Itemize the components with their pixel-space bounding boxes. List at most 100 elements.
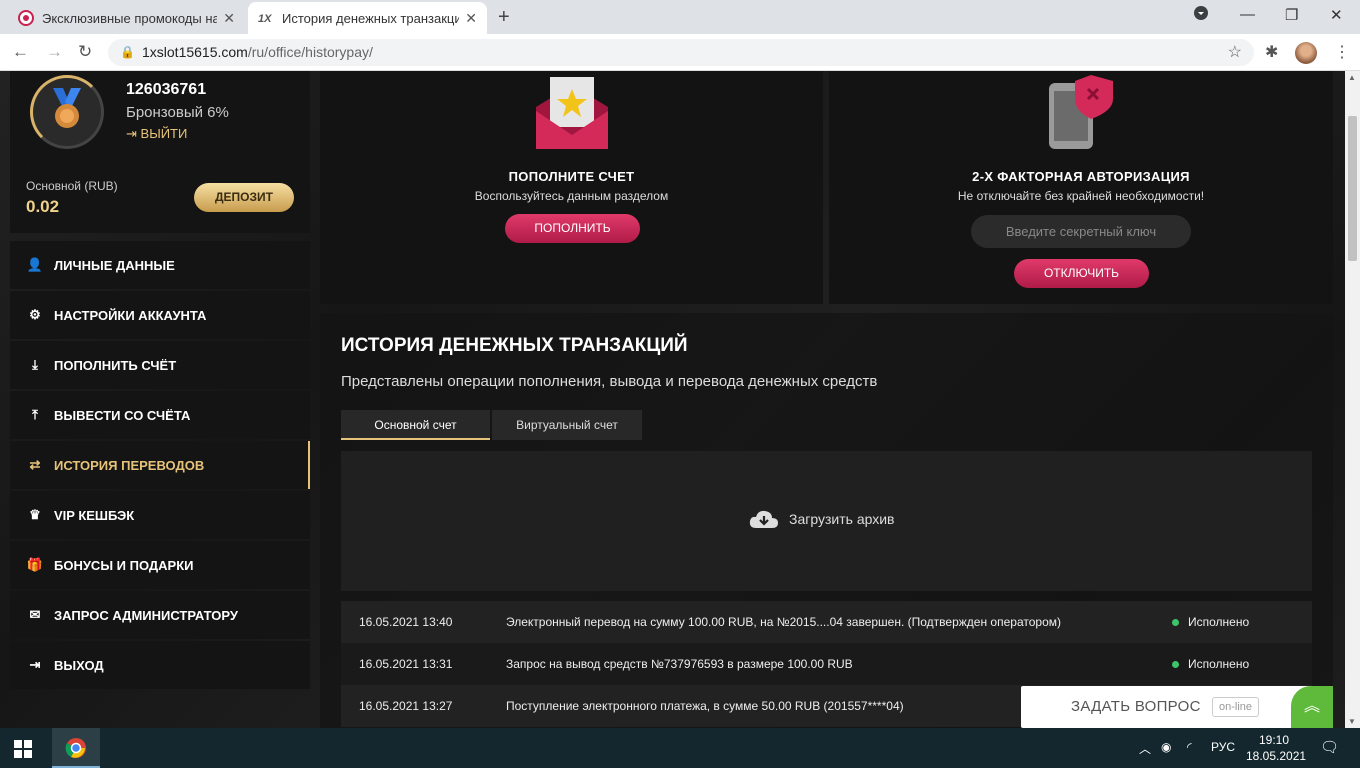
gift-icon: 🎁 — [26, 557, 44, 572]
browser-tab-bar: Эксклюзивные промокоды на ф ✕ 1X История… — [0, 0, 1360, 34]
close-tab-icon[interactable]: ✕ — [465, 10, 477, 27]
envelope-icon: ✉ — [29, 607, 41, 622]
address-bar: ← → ↻ 🔒 1xslot15615.com/ru/office/histor… — [0, 34, 1360, 71]
tab-search-icon[interactable] — [1194, 6, 1208, 24]
maximize-button[interactable]: ❐ — [1285, 6, 1298, 24]
tab-title: Эксклюзивные промокоды на ф — [42, 10, 218, 26]
secret-key-input[interactable]: Введите секретный ключ — [971, 215, 1191, 248]
sidebar-item-personal-data[interactable]: 👤 ЛИЧНЫЕ ДАННЫЕ — [10, 241, 310, 289]
back-button[interactable]: ← — [12, 42, 29, 62]
sidebar-item-label: ВЫХОД — [54, 657, 104, 673]
status-label: Исполнено — [1188, 615, 1250, 629]
archive-panel: Загрузить архив — [341, 451, 1312, 591]
clock-date: 18.05.2021 — [1246, 749, 1307, 763]
logout-link[interactable]: ⇥ ВЫЙТИ — [126, 126, 187, 142]
tab-title: История денежных транзакций — [282, 10, 460, 26]
gears-icon: ⚙ — [29, 307, 41, 322]
avatar — [30, 75, 104, 149]
load-archive-button[interactable]: Загрузить архив — [749, 508, 895, 530]
profile-avatar[interactable] — [1295, 42, 1317, 64]
close-tab-icon[interactable]: ✕ — [223, 10, 235, 27]
notifications-icon[interactable]: 🗨 — [1320, 738, 1339, 756]
online-badge: on-line — [1212, 697, 1260, 717]
sidebar-item-deposit[interactable]: ⤓ ПОПОЛНИТЬ СЧЁТ — [10, 341, 310, 389]
url-host: 1xslot15615.com — [142, 44, 248, 60]
url-path: /ru/office/historypay/ — [247, 44, 373, 60]
transfer-icon: ⇄ — [29, 457, 41, 472]
ask-question-widget[interactable]: ЗАДАТЬ ВОПРОС on-line ︽ — [1021, 686, 1333, 728]
upload-icon: ⤒ — [32, 407, 38, 422]
tab-virtual-account[interactable]: Виртуальный счет — [492, 410, 642, 440]
page-subtitle: Представлены операции пополнения, вывода… — [341, 373, 878, 390]
chrome-taskbar-button[interactable] — [52, 728, 100, 768]
close-window-button[interactable]: ✕ — [1330, 6, 1343, 24]
sidebar-item-label: VIP КЕШБЭК — [54, 507, 135, 523]
sidebar-item-admin-request[interactable]: ✉ ЗАПРОС АДМИНИСТРАТОРУ — [10, 591, 310, 639]
scroll-down-icon[interactable]: ▼ — [1348, 717, 1356, 726]
browser-tab-history[interactable]: 1X История денежных транзакций ✕ — [248, 2, 487, 34]
page-content: 126036761 Бронзовый 6% ⇥ ВЫЙТИ Основной … — [0, 71, 1345, 728]
browser-tab-promocodes[interactable]: Эксклюзивные промокоды на ф ✕ — [8, 2, 245, 34]
system-clock[interactable]: 19:10 18.05.2021 — [1246, 732, 1307, 764]
table-row: 16.05.2021 13:40 Электронный перевод на … — [341, 601, 1312, 643]
sidebar-item-account-settings[interactable]: ⚙ НАСТРОЙКИ АККАУНТА — [10, 291, 310, 339]
two-factor-title: 2-Х ФАКТОРНАЯ АВТОРИЗАЦИЯ — [972, 169, 1190, 184]
bronze-medal-icon — [53, 88, 81, 128]
user-id: 126036761 — [126, 81, 207, 98]
ask-question-label: ЗАДАТЬ ВОПРОС — [1071, 698, 1201, 715]
scroll-top-button[interactable]: ︽ — [1291, 686, 1333, 728]
status-dot-icon — [1172, 618, 1179, 626]
deposit-card-subtitle: Воспользуйтесь данным разделом — [474, 189, 669, 203]
two-factor-card: 2-Х ФАКТОРНАЯ АВТОРИЗАЦИЯ Не отключайте … — [829, 71, 1333, 304]
site-favicon-icon — [18, 10, 34, 26]
show-hidden-icons-icon[interactable]: ︿ — [1139, 740, 1151, 757]
sidebar-item-transfer-history[interactable]: ⇄ ИСТОРИЯ ПЕРЕВОДОВ — [10, 441, 310, 489]
transaction-description: Электронный перевод на сумму 100.00 RUB,… — [506, 615, 1061, 629]
table-row: 16.05.2021 13:31 Запрос на вывод средств… — [341, 643, 1312, 685]
profile-card: 126036761 Бронзовый 6% ⇥ ВЫЙТИ Основной … — [10, 71, 310, 233]
minimize-button[interactable]: — — [1240, 6, 1255, 23]
status-badge: Исполнено — [1172, 657, 1249, 671]
sidebar-menu: 👤 ЛИЧНЫЕ ДАННЫЕ ⚙ НАСТРОЙКИ АККАУНТА ⤓ П… — [10, 241, 310, 691]
download-icon: ⤓ — [32, 357, 38, 372]
scrollbar-thumb[interactable] — [1348, 116, 1357, 261]
page-title: ИСТОРИЯ ДЕНЕЖНЫХ ТРАНЗАКЦИЙ — [341, 335, 688, 356]
top-up-button[interactable]: ПОПОЛНИТЬ — [505, 214, 640, 243]
extensions-icon[interactable]: ✱ — [1265, 42, 1278, 62]
sidebar-item-exit[interactable]: ⇥ ВЫХОД — [10, 641, 310, 689]
tab-main-account[interactable]: Основной счет — [341, 410, 490, 440]
sidebar-item-label: ЛИЧНЫЕ ДАННЫЕ — [54, 257, 175, 273]
url-input[interactable]: 🔒 1xslot15615.com/ru/office/historypay/ … — [108, 39, 1254, 66]
disable-2fa-button[interactable]: ОТКЛЮЧИТЬ — [1014, 259, 1149, 288]
1x-logo-icon: 1X — [258, 13, 272, 25]
crown-icon: ♛ — [29, 507, 41, 522]
windows-start-icon[interactable] — [14, 740, 32, 758]
scroll-up-icon[interactable]: ▲ — [1348, 73, 1356, 82]
page-scrollbar[interactable]: ▲ ▼ — [1345, 71, 1360, 728]
status-dot-icon — [1172, 660, 1179, 668]
deposit-card-title: ПОПОЛНИТЕ СЧЕТ — [508, 169, 635, 184]
exit-icon: ⇥ — [29, 657, 41, 672]
forward-button[interactable]: → — [46, 42, 63, 62]
transaction-history-section: ИСТОРИЯ ДЕНЕЖНЫХ ТРАНЗАКЦИЙ Представлены… — [320, 313, 1333, 728]
sidebar-item-bonuses[interactable]: 🎁 БОНУСЫ И ПОДАРКИ — [10, 541, 310, 589]
sidebar-item-withdraw[interactable]: ⤒ ВЫВЕСТИ СО СЧЁТА — [10, 391, 310, 439]
input-language[interactable]: РУС — [1211, 740, 1235, 754]
deposit-button[interactable]: ДЕПОЗИТ — [194, 183, 294, 212]
status-label: Исполнено — [1188, 657, 1250, 671]
chrome-notification-icon[interactable]: ◉ — [1161, 740, 1171, 754]
menu-dots-icon[interactable]: ⋮ — [1334, 42, 1350, 62]
wifi-icon[interactable]: ◜ — [1187, 740, 1192, 754]
sidebar-item-vip-cashback[interactable]: ♛ VIP КЕШБЭК — [10, 491, 310, 539]
new-tab-button[interactable]: + — [498, 6, 510, 29]
lock-icon: 🔒 — [120, 45, 135, 59]
bookmark-star-icon[interactable]: ☆ — [1228, 39, 1242, 66]
account-tabs: Основной счет Виртуальный счет — [341, 410, 644, 440]
transaction-date: 16.05.2021 13:31 — [359, 657, 453, 671]
balance-value: 0.02 — [26, 197, 60, 216]
sidebar-item-label: ВЫВЕСТИ СО СЧЁТА — [54, 407, 191, 423]
reload-button[interactable]: ↻ — [78, 42, 92, 62]
balance-label: Основной (RUB) — [26, 179, 118, 193]
sidebar-item-label: БОНУСЫ И ПОДАРКИ — [54, 557, 194, 573]
user-rank: Бронзовый 6% — [126, 104, 229, 121]
